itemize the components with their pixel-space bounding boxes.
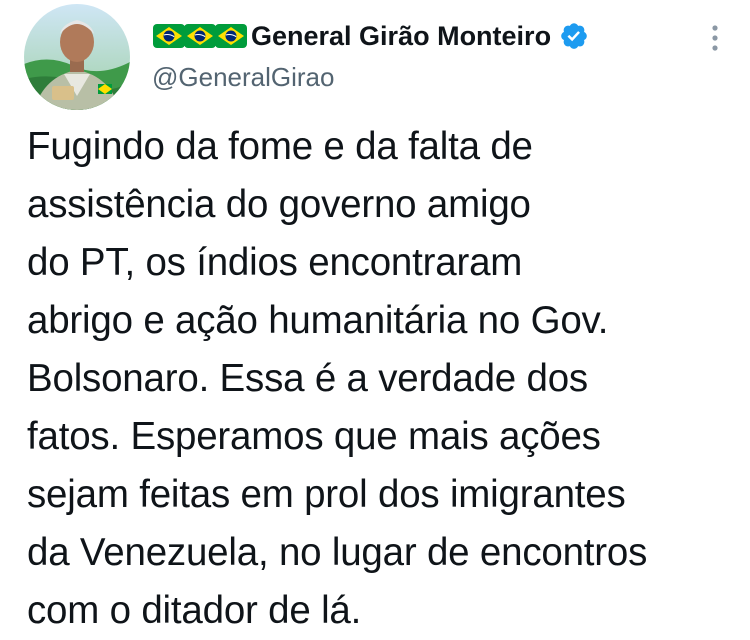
tweet-card: General Girão Monteiro @GeneralGirao Fug… bbox=[0, 0, 750, 632]
tweet-text-line: da Venezuela, no lugar de encontros bbox=[27, 531, 648, 574]
author-handle[interactable]: @GeneralGirao bbox=[152, 62, 334, 93]
avatar[interactable] bbox=[24, 4, 130, 110]
tweet-text-line: fatos. Esperamos que mais ações bbox=[27, 415, 601, 458]
verified-badge-icon bbox=[559, 21, 589, 51]
tweet-text-line: com o ditador de lá. bbox=[27, 589, 362, 632]
more-vertical-icon bbox=[712, 25, 718, 51]
brazil-flag-icon bbox=[183, 23, 217, 49]
author-display-name[interactable]: General Girão Monteiro bbox=[251, 21, 551, 52]
author-name-row[interactable]: General Girão Monteiro bbox=[152, 18, 589, 54]
tweet-text-line: do PT, os índios encontraram bbox=[27, 241, 523, 284]
tweet-text: Fugindo da fome e da falta de assistênci… bbox=[27, 118, 742, 640]
tweet-text-line: Fugindo da fome e da falta de bbox=[27, 125, 533, 168]
tweet-text-line: Bolsonaro. Essa é a verdade dos bbox=[27, 357, 588, 400]
tweet-text-line: abrigo e ação humanitária no Gov. bbox=[27, 299, 609, 342]
more-options-button[interactable] bbox=[700, 18, 730, 58]
tweet-text-line: sejam feitas em prol dos imigrantes bbox=[27, 473, 626, 516]
brazil-flag-icon bbox=[214, 23, 248, 49]
brazil-flag-icon bbox=[152, 23, 186, 49]
avatar-image bbox=[24, 4, 130, 110]
tweet-text-line: assistência do governo amigo bbox=[27, 183, 531, 226]
